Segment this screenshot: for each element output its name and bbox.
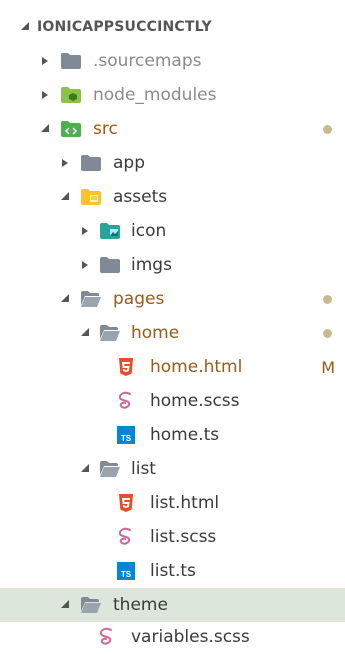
- tree-item-sourcemaps[interactable]: .sourcemaps: [0, 44, 345, 78]
- chevron-down-icon[interactable]: [18, 20, 32, 34]
- tree-item-label: list.scss: [150, 527, 217, 547]
- typescript-icon: TS: [115, 425, 137, 445]
- chevron-right-icon[interactable]: [38, 54, 52, 68]
- chevron-down-icon[interactable]: [58, 598, 72, 612]
- folder-icon: [60, 51, 82, 71]
- tree-item-label: assets: [113, 187, 168, 207]
- tree-item-home-ts[interactable]: TS home.ts: [0, 418, 345, 452]
- svg-text:TS: TS: [121, 570, 132, 579]
- tree-item-home[interactable]: home: [0, 316, 345, 350]
- modified-indicator: [323, 124, 332, 134]
- chevron-down-icon[interactable]: [58, 190, 72, 204]
- chevron-down-icon[interactable]: [78, 326, 92, 340]
- sass-icon: [96, 627, 118, 647]
- folder-open-icon: [80, 289, 102, 309]
- modified-indicator: [323, 328, 332, 338]
- git-modified-badge: M: [321, 357, 335, 377]
- tree-item-label: home.scss: [150, 391, 240, 411]
- tree-item-label: pages: [113, 289, 165, 309]
- typescript-icon: TS: [115, 561, 137, 581]
- tree-item-node-modules[interactable]: node_modules: [0, 78, 345, 112]
- chevron-down-icon[interactable]: [78, 462, 92, 476]
- tree-root[interactable]: IONICAPPSUCCINCTLY: [0, 10, 345, 44]
- tree-item-imgs[interactable]: imgs: [0, 248, 345, 282]
- root-folder-label: IONICAPPSUCCINCTLY: [37, 19, 212, 35]
- chevron-right-icon[interactable]: [38, 88, 52, 102]
- folder-icon: [80, 153, 102, 173]
- tree-item-label: home: [131, 323, 180, 343]
- chevron-down-icon[interactable]: [58, 292, 72, 306]
- folder-icon: [99, 255, 121, 275]
- chevron-right-icon[interactable]: [78, 258, 92, 272]
- folder-open-icon: [99, 323, 121, 343]
- tree-item-list-html[interactable]: list.html: [0, 486, 345, 520]
- chevron-right-icon[interactable]: [58, 156, 72, 170]
- tree-item-list-scss[interactable]: list.scss: [0, 520, 345, 554]
- tree-item-list-ts[interactable]: TS list.ts: [0, 554, 345, 588]
- svg-text:TS: TS: [121, 434, 132, 443]
- tree-item-label: home.html: [150, 357, 243, 377]
- tree-item-list[interactable]: list: [0, 452, 345, 486]
- sass-icon: [115, 391, 137, 411]
- html5-icon: [115, 357, 137, 377]
- tree-item-home-html[interactable]: home.html M: [0, 350, 345, 384]
- tree-item-label: theme: [113, 595, 168, 615]
- chevron-right-icon[interactable]: [78, 224, 92, 238]
- tree-item-variables-scss[interactable]: variables.scss: [0, 620, 345, 654]
- tree-item-label: icon: [131, 221, 167, 241]
- tree-item-icon[interactable]: icon: [0, 214, 345, 248]
- tree-item-assets[interactable]: assets: [0, 180, 345, 214]
- modified-indicator: [323, 294, 332, 304]
- tree-item-label: variables.scss: [131, 627, 250, 647]
- sass-icon: [115, 527, 137, 547]
- file-explorer-tree: IONICAPPSUCCINCTLY .sourcemaps node_modu…: [0, 0, 345, 648]
- tree-item-label: imgs: [131, 255, 172, 275]
- tree-item-label: .sourcemaps: [93, 51, 202, 71]
- html5-icon: [115, 493, 137, 513]
- tree-item-label: list: [131, 459, 156, 479]
- src-folder-icon: [60, 119, 82, 139]
- tree-item-src[interactable]: src: [0, 112, 345, 146]
- tree-item-home-scss[interactable]: home.scss: [0, 384, 345, 418]
- tree-item-label: src: [93, 119, 118, 139]
- chevron-down-icon[interactable]: [38, 122, 52, 136]
- tree-item-label: list.ts: [150, 561, 196, 581]
- tree-item-label: app: [113, 153, 145, 173]
- tree-item-app[interactable]: app: [0, 146, 345, 180]
- node-folder-icon: [60, 85, 82, 105]
- image-folder-icon: [99, 221, 121, 241]
- assets-folder-icon: [80, 187, 102, 207]
- tree-item-label: node_modules: [93, 85, 217, 105]
- tree-item-theme[interactable]: theme: [0, 588, 345, 622]
- folder-open-icon: [99, 459, 121, 479]
- tree-item-label: home.ts: [150, 425, 220, 445]
- tree-item-pages[interactable]: pages: [0, 282, 345, 316]
- tree-item-label: list.html: [150, 493, 220, 513]
- folder-open-icon: [80, 595, 102, 615]
